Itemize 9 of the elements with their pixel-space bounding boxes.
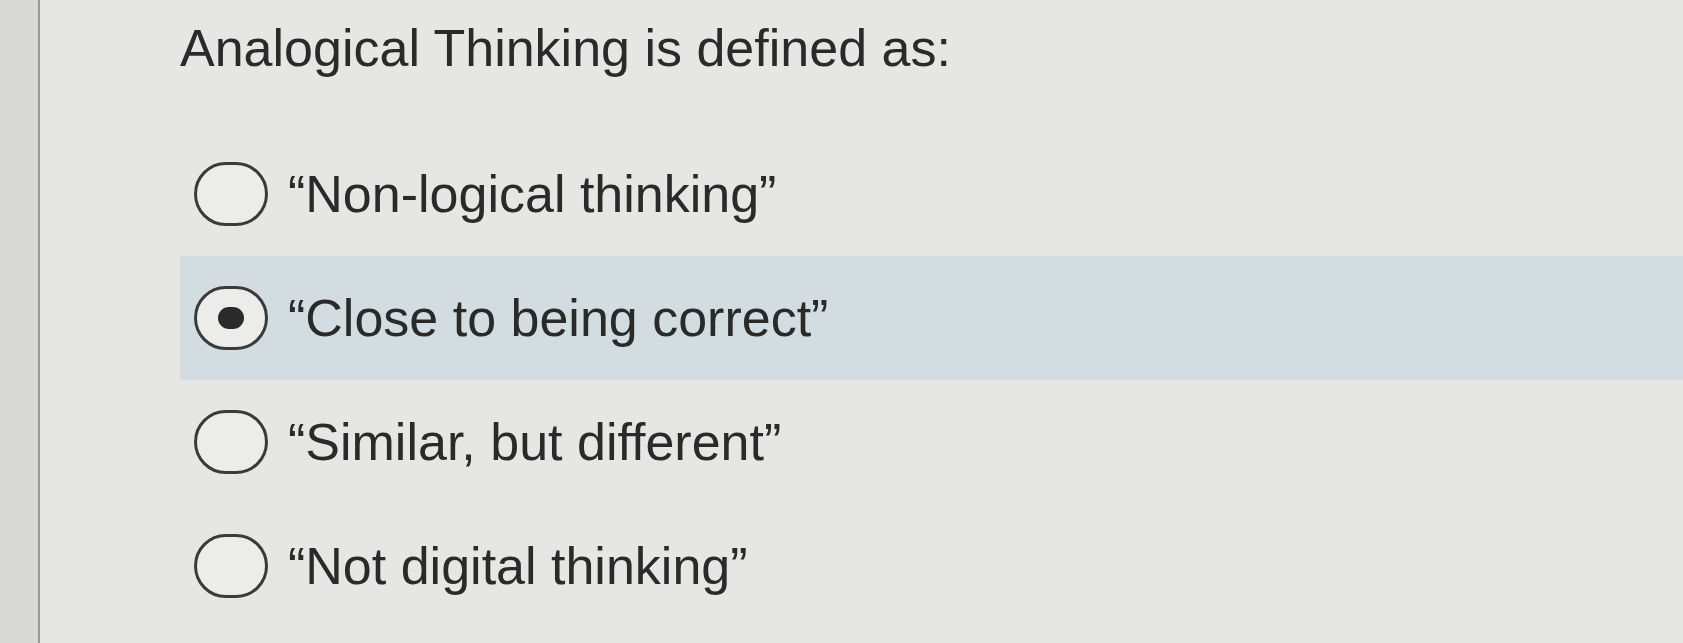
answer-option[interactable]: “Similar, but different”	[180, 380, 1683, 504]
question-title: Analogical Thinking is defined as:	[180, 18, 951, 79]
answer-option[interactable]: “Close to being correct”	[180, 256, 1683, 380]
radio-button[interactable]	[194, 162, 268, 226]
answer-option[interactable]: “Non-logical thinking”	[180, 132, 1683, 256]
radio-button[interactable]	[194, 410, 268, 474]
radio-button[interactable]	[194, 534, 268, 598]
answer-option[interactable]: “Not digital thinking”	[180, 504, 1683, 628]
radio-button[interactable]	[194, 286, 268, 350]
